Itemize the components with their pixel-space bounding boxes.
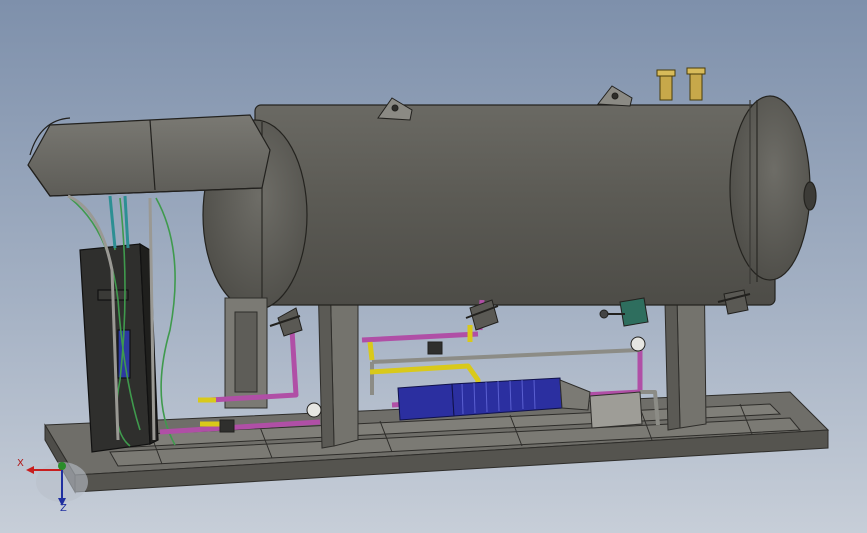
coordinate-triad	[26, 462, 88, 506]
conduit-teal	[108, 195, 130, 249]
axis-x-label: X	[17, 458, 24, 469]
control-cabinet	[79, 242, 159, 453]
lifting-lug-right	[597, 85, 633, 107]
axis-z-label: Z	[60, 503, 67, 514]
skid-assembly-model[interactable]	[0, 0, 867, 533]
strainer-stand	[224, 297, 268, 409]
top-nozzles	[656, 67, 706, 101]
cabinet-canopy	[27, 114, 271, 197]
pressure-tank	[202, 95, 817, 311]
cad-viewport[interactable]: X Z	[0, 0, 867, 533]
